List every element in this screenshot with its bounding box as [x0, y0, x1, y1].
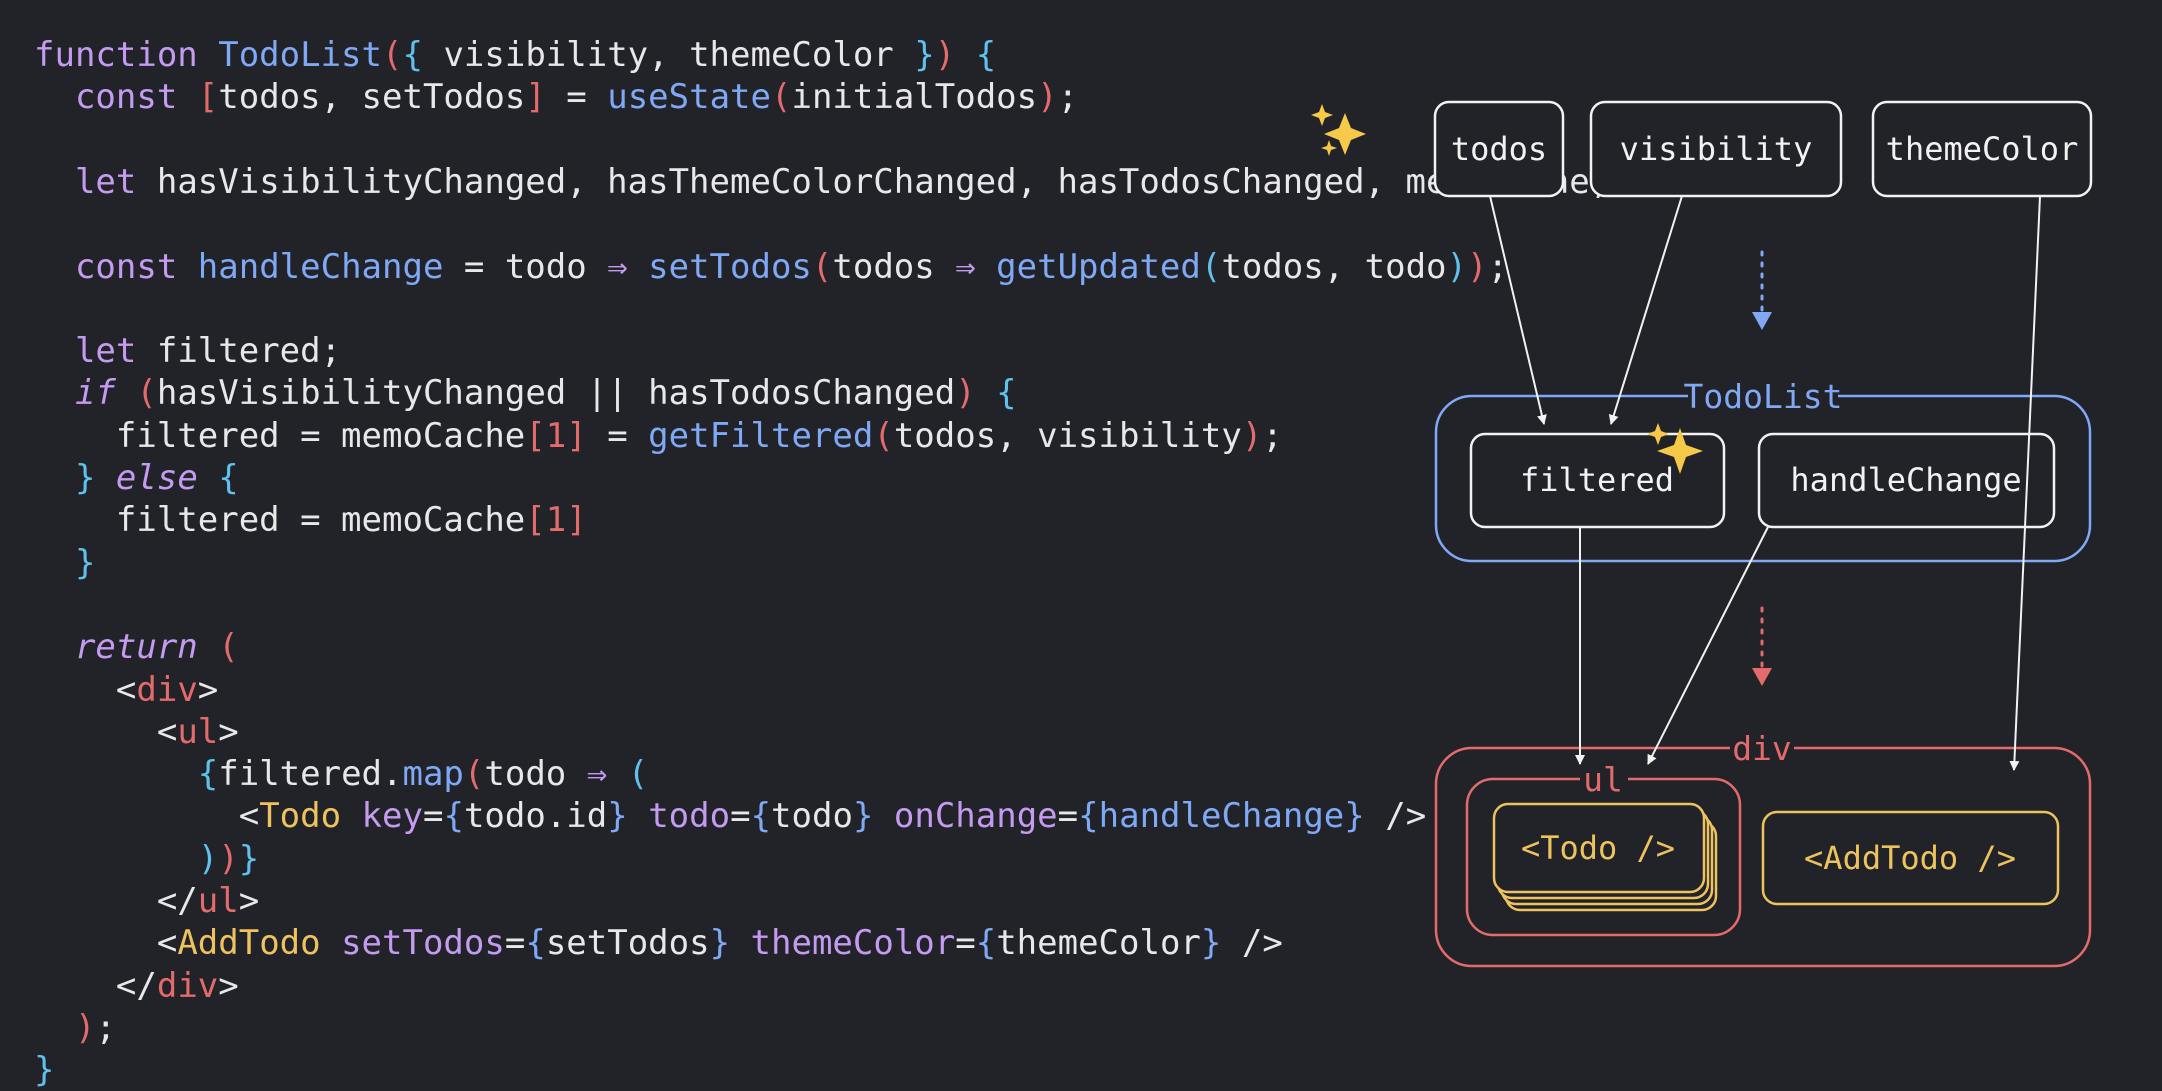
dotted-arrow-down-icon — [1752, 250, 1772, 330]
dotted-arrow-down-icon — [1752, 606, 1772, 686]
group-todolist-label: TodoList — [1684, 377, 1843, 416]
node-visibility: visibility — [1589, 100, 1843, 198]
node-todos-label: todos — [1451, 130, 1547, 168]
node-todo-label: <Todo /> — [1521, 829, 1675, 867]
node-visibility-label: visibility — [1620, 130, 1813, 168]
node-themecolor: themeColor — [1871, 100, 2093, 198]
node-handlechange-label: handleChange — [1790, 461, 2021, 499]
group-div-label: div — [1732, 729, 1792, 768]
edge-todos-filtered — [1489, 195, 1547, 425]
sparkle-icon — [1311, 104, 1366, 156]
group-ul-label: ul — [1583, 760, 1623, 799]
node-addtodo-label: <AddTodo /> — [1804, 839, 2016, 877]
edge-visibility-filtered — [1608, 195, 1683, 425]
node-todo: <Todo /> — [1492, 802, 1718, 912]
node-filtered-label: filtered — [1520, 461, 1674, 499]
node-handlechange: handleChange — [1757, 432, 2056, 529]
node-todos: todos — [1433, 100, 1565, 198]
render-diagram: todos visibility themeColor TodoList fil… — [1311, 100, 2093, 968]
node-themecolor-label: themeColor — [1886, 130, 2079, 168]
node-addtodo: <AddTodo /> — [1761, 810, 2060, 906]
